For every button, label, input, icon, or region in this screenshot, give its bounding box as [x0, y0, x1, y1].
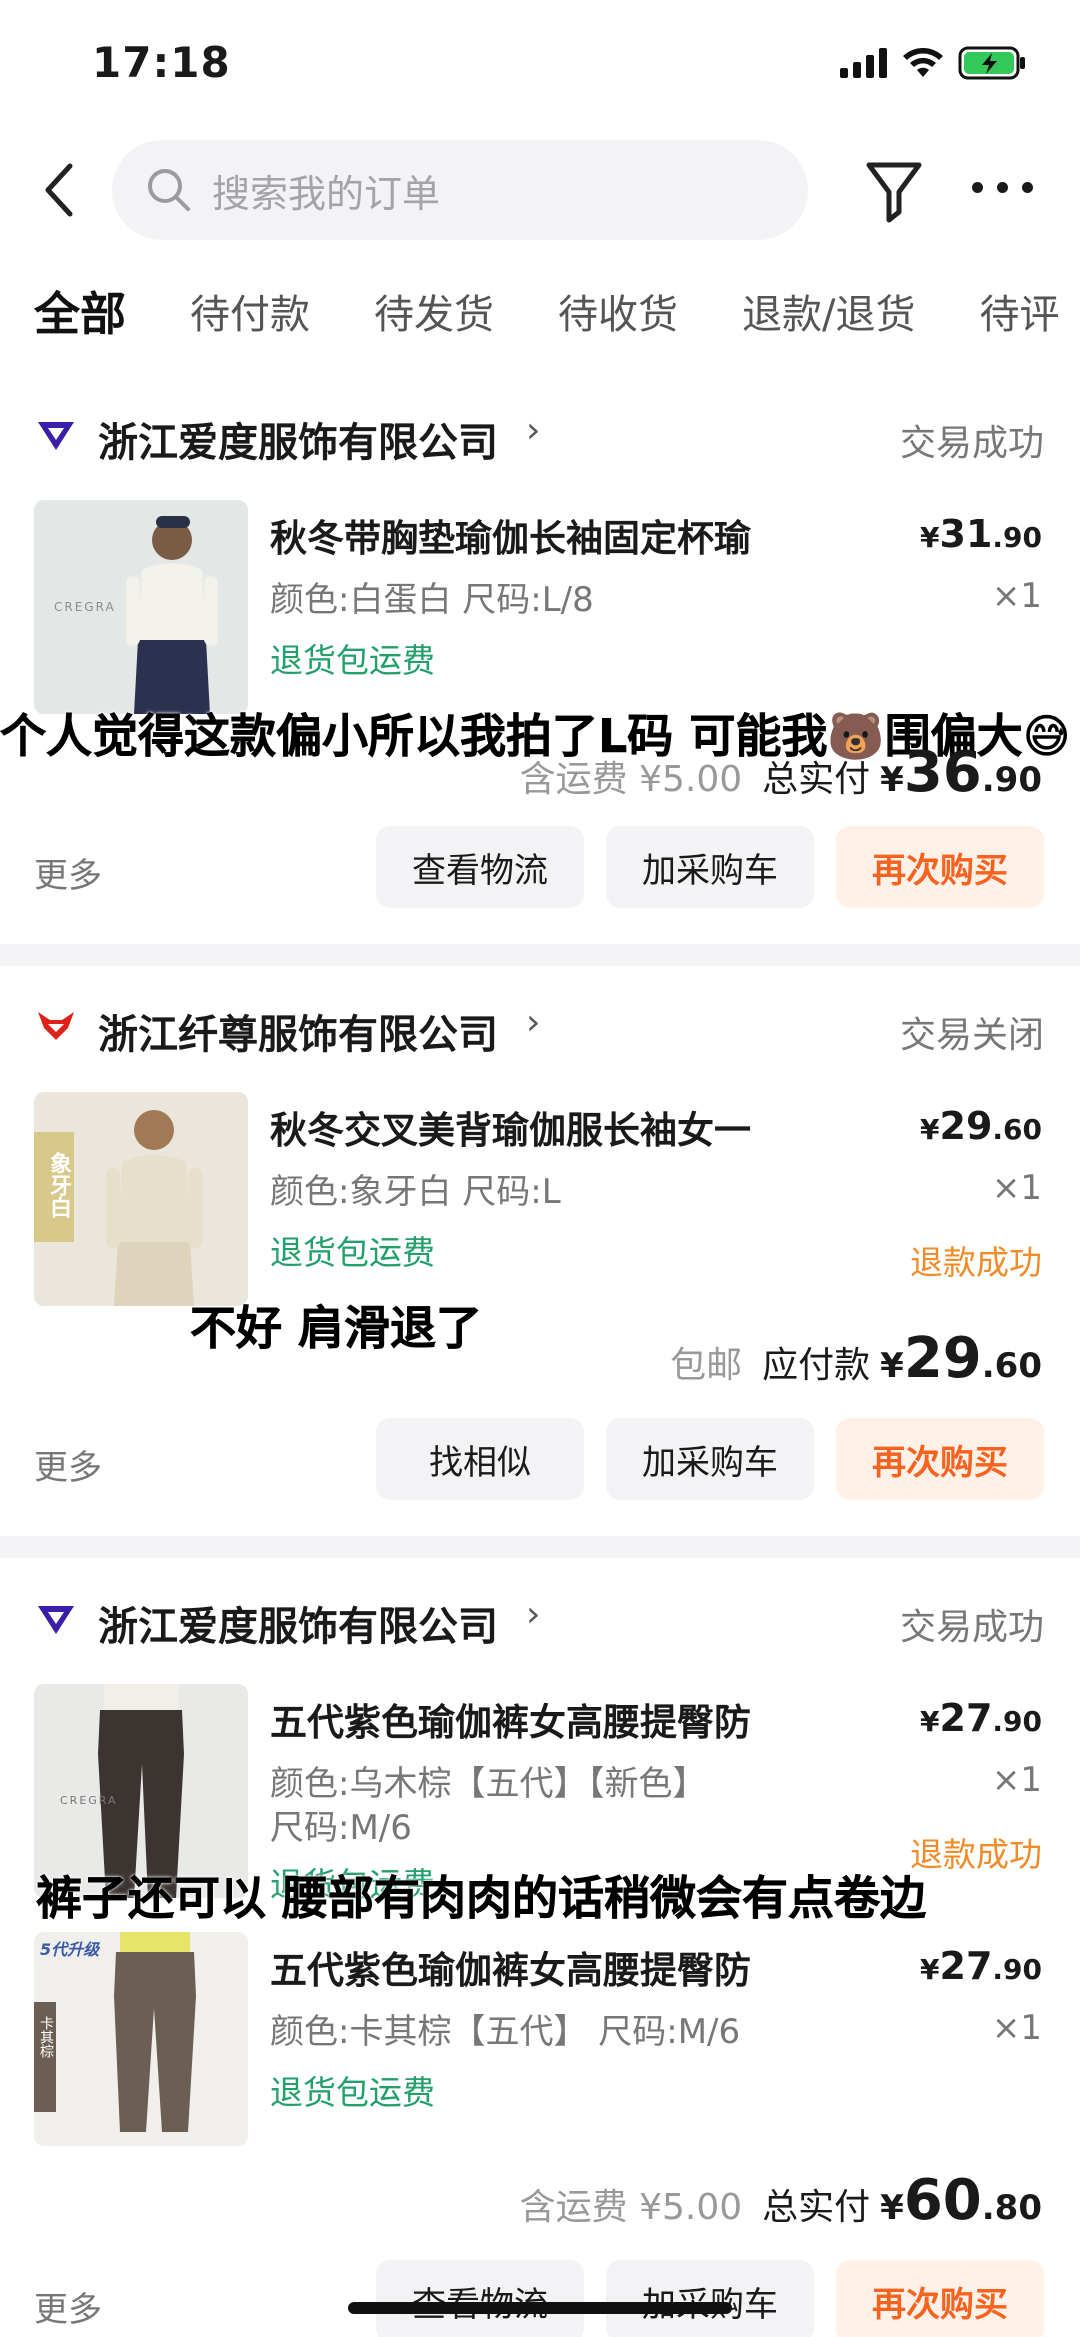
thumb-color-label: 象牙白 — [46, 1152, 71, 1218]
product-thumbnail[interactable]: 5代升级 卡其棕 — [34, 1932, 248, 2146]
search-placeholder: 搜索我的订单 — [212, 171, 441, 216]
back-arrow-icon[interactable] — [40, 160, 80, 220]
signal-icon — [840, 48, 887, 78]
product-image — [34, 1932, 248, 2146]
wifi-icon — [903, 48, 943, 77]
product-attributes: 颜色:乌木棕【五代】【新色】 — [270, 1764, 707, 1804]
return-shipping-tag: 退货包运费 — [270, 641, 435, 680]
product-quantity: ×1 — [991, 1168, 1042, 1208]
store-logo-icon — [38, 1606, 74, 1634]
section-divider — [0, 944, 1080, 966]
overlay-comment: 裤子还可以 腰部有肉肉的话稍微会有点卷边 — [36, 1871, 927, 1926]
product-price: ¥27.90 — [920, 1696, 1042, 1740]
chevron-right-icon[interactable]: › — [526, 410, 540, 451]
add-to-cart-button[interactable]: 加采购车 — [606, 826, 814, 908]
more-link[interactable]: 更多 — [34, 2282, 102, 2331]
refund-status: 退款成功 — [910, 1243, 1042, 1282]
thumb-badge: 5代升级 — [40, 1940, 100, 1959]
find-similar-button[interactable]: 找相似 — [376, 1418, 584, 1500]
product-title[interactable]: 五代紫色瑜伽裤女高腰提臀防 — [270, 1940, 751, 1994]
view-logistics-button[interactable]: 查看物流 — [376, 826, 584, 908]
product-price: ¥29.60 — [920, 1104, 1042, 1148]
order-tabs: 全部 待付款 待发货 待收货 退款/退货 待评 — [34, 282, 1080, 344]
product-attributes: 颜色:白蛋白 尺码:L/8 — [270, 580, 594, 620]
store-name[interactable]: 浙江爱度服饰有限公司 — [98, 410, 498, 468]
buy-again-button[interactable]: 再次购买 — [836, 826, 1044, 908]
refund-status: 退款成功 — [910, 1835, 1042, 1874]
order-total: 包邮 应付款 ¥ 29 .60 — [670, 1326, 1042, 1391]
buy-again-button[interactable]: 再次购买 — [836, 2260, 1044, 2337]
add-to-cart-button[interactable]: 加采购车 — [606, 2260, 814, 2337]
tab-pending-shipment[interactable]: 待发货 — [374, 282, 494, 344]
product-quantity: ×1 — [991, 1760, 1042, 1800]
more-options-icon[interactable] — [972, 182, 1033, 193]
chevron-right-icon[interactable]: › — [526, 1002, 540, 1043]
product-price: ¥27.90 — [920, 1944, 1042, 1988]
search-icon — [148, 169, 190, 211]
tab-all[interactable]: 全部 — [34, 278, 126, 344]
status-time: 17:18 — [92, 38, 231, 87]
order-status: 交易关闭 — [899, 1015, 1044, 1056]
thumb-brand: CREGRA — [60, 1794, 118, 1807]
tab-pending-review[interactable]: 待评 — [979, 282, 1059, 344]
store-logo-icon — [38, 1012, 74, 1040]
store-name[interactable]: 浙江纤尊服饰有限公司 — [98, 1002, 498, 1060]
product-attributes: 颜色:卡其棕【五代】 尺码:M/6 — [270, 2012, 741, 2052]
thumb-color-label: 卡其棕 — [38, 2016, 54, 2058]
product-quantity: ×1 — [991, 2008, 1042, 2048]
product-price: ¥31.90 — [920, 512, 1042, 556]
product-title[interactable]: 五代紫色瑜伽裤女高腰提臀防 — [270, 1692, 751, 1746]
tab-pending-receipt[interactable]: 待收货 — [558, 282, 678, 344]
return-shipping-tag: 退货包运费 — [270, 2073, 435, 2112]
order-status: 交易成功 — [899, 1607, 1044, 1648]
product-size: 尺码:M/6 — [270, 1808, 412, 1848]
add-to-cart-button[interactable]: 加采购车 — [606, 1418, 814, 1500]
home-indicator[interactable] — [348, 2302, 732, 2314]
order-total: 含运费 ¥5.00 总实付 ¥ 36 .90 — [519, 740, 1042, 805]
product-attributes: 颜色:象牙白 尺码:L — [270, 1172, 561, 1212]
more-link[interactable]: 更多 — [34, 848, 102, 897]
battery-charging-icon — [958, 46, 1025, 80]
search-input[interactable]: 搜索我的订单 — [112, 140, 808, 240]
filter-icon[interactable] — [864, 160, 924, 224]
return-shipping-tag: 退货包运费 — [270, 1233, 435, 1272]
product-thumbnail[interactable]: CREGRA — [34, 500, 248, 714]
tab-pending-payment[interactable]: 待付款 — [190, 282, 310, 344]
product-title[interactable]: 秋冬带胸垫瑜伽长袖固定杯瑜 — [270, 508, 751, 562]
product-quantity: ×1 — [991, 576, 1042, 616]
more-link[interactable]: 更多 — [34, 1440, 102, 1489]
thumb-brand: CREGRA — [54, 600, 116, 614]
status-icons — [840, 46, 1028, 80]
store-name[interactable]: 浙江爱度服饰有限公司 — [98, 1594, 498, 1652]
buy-again-button[interactable]: 再次购买 — [836, 1418, 1044, 1500]
section-divider — [0, 1536, 1080, 1558]
tab-refund-return[interactable]: 退款/退货 — [742, 282, 915, 344]
product-thumbnail[interactable]: 象牙白 — [34, 1092, 248, 1306]
overlay-comment: 不好 肩滑退了 — [190, 1301, 483, 1356]
order-total: 含运费 ¥5.00 总实付 ¥ 60 .80 — [519, 2168, 1042, 2233]
product-title[interactable]: 秋冬交叉美背瑜伽服长袖女一 — [270, 1100, 751, 1154]
view-logistics-button[interactable]: 查看物流 — [376, 2260, 584, 2337]
order-status: 交易成功 — [899, 423, 1044, 464]
store-logo-icon — [38, 422, 74, 450]
chevron-right-icon[interactable]: › — [526, 1594, 540, 1635]
